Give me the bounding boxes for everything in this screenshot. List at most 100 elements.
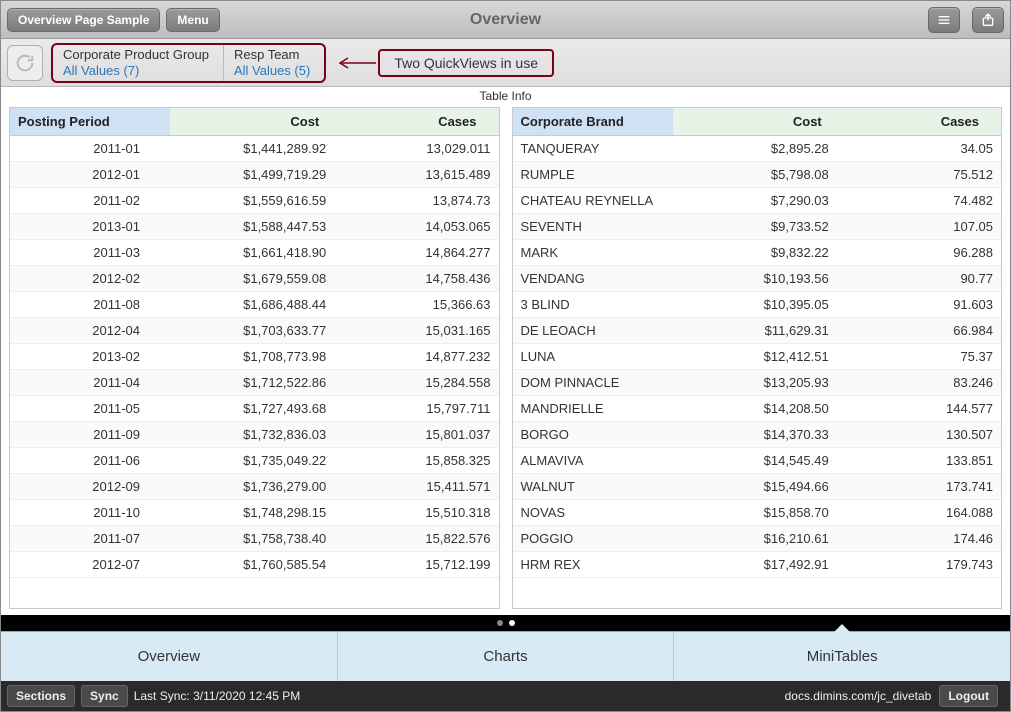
table-body[interactable]: TANQUERAY$2,895.2834.05RUMPLE$5,798.0875… — [513, 136, 1002, 608]
cell-dim: 2011-04 — [10, 370, 170, 395]
col-header-dim[interactable]: Corporate Brand — [513, 108, 673, 135]
table-row[interactable]: LUNA$12,412.5175.37 — [513, 344, 1002, 370]
table-row[interactable]: 2013-01$1,588,447.5314,053.065 — [10, 214, 499, 240]
cell-num: 83.246 — [837, 370, 1001, 395]
cell-dim: ALMAVIVA — [513, 448, 673, 473]
cell-num: 15,031.165 — [334, 318, 498, 343]
cell-num: $5,798.08 — [673, 162, 837, 187]
table-row[interactable]: DOM PINNACLE$13,205.9383.246 — [513, 370, 1002, 396]
cell-num: $1,499,719.29 — [170, 162, 334, 187]
table-row[interactable]: 2012-01$1,499,719.2913,615.489 — [10, 162, 499, 188]
table-row[interactable]: CHATEAU REYNELLA$7,290.0374.482 — [513, 188, 1002, 214]
col-header-cost[interactable]: Cost — [673, 108, 830, 135]
hamburger-button[interactable] — [928, 7, 960, 33]
cell-num: 34.05 — [837, 136, 1001, 161]
table-row[interactable]: 2012-02$1,679,559.0814,758.436 — [10, 266, 499, 292]
quickview-value: All Values (7) — [63, 63, 209, 79]
table-row[interactable]: WALNUT$15,494.66173.741 — [513, 474, 1002, 500]
cell-num: 144.577 — [837, 396, 1001, 421]
table-row[interactable]: MANDRIELLE$14,208.50144.577 — [513, 396, 1002, 422]
cell-dim: LUNA — [513, 344, 673, 369]
table-row[interactable]: RUMPLE$5,798.0875.512 — [513, 162, 1002, 188]
col-header-dim[interactable]: Posting Period — [10, 108, 170, 135]
menu-button[interactable]: Menu — [166, 8, 219, 32]
sections-button[interactable]: Sections — [7, 685, 75, 707]
cell-num: 90.77 — [837, 266, 1001, 291]
table-row[interactable]: DE LEOACH$11,629.3166.984 — [513, 318, 1002, 344]
table-row[interactable]: 2011-03$1,661,418.9014,864.277 — [10, 240, 499, 266]
cell-num: 15,797.711 — [334, 396, 498, 421]
cell-num: 164.088 — [837, 500, 1001, 525]
tab-overview[interactable]: Overview — [1, 632, 338, 681]
page-dot[interactable] — [509, 620, 515, 626]
cell-num: $1,736,279.00 — [170, 474, 334, 499]
table-row[interactable]: NOVAS$15,858.70164.088 — [513, 500, 1002, 526]
col-header-cases[interactable]: Cases — [830, 108, 987, 135]
table-row[interactable]: 2011-02$1,559,616.5913,874.73 — [10, 188, 499, 214]
cell-num: 66.984 — [837, 318, 1001, 343]
menu-icon — [936, 12, 952, 28]
cell-num: $14,370.33 — [673, 422, 837, 447]
table-row[interactable]: HRM REX$17,492.91179.743 — [513, 552, 1002, 578]
cell-dim: 2011-03 — [10, 240, 170, 265]
cell-num: $2,895.28 — [673, 136, 837, 161]
table-body[interactable]: 2011-01$1,441,289.9213,029.0112012-01$1,… — [10, 136, 499, 608]
sync-button[interactable]: Sync — [81, 685, 128, 707]
main-tables: Posting Period Cost Cases 2011-01$1,441,… — [1, 107, 1010, 615]
page-dot[interactable] — [497, 620, 503, 626]
cell-num: $16,210.61 — [673, 526, 837, 551]
cell-num: $1,588,447.53 — [170, 214, 334, 239]
cell-dim: 2011-01 — [10, 136, 170, 161]
cell-dim: TANQUERAY — [513, 136, 673, 161]
table-row[interactable]: 2011-01$1,441,289.9213,029.011 — [10, 136, 499, 162]
table-posting-period: Posting Period Cost Cases 2011-01$1,441,… — [9, 107, 500, 609]
cell-num: $1,735,049.22 — [170, 448, 334, 473]
cell-dim: MANDRIELLE — [513, 396, 673, 421]
table-row[interactable]: 3 BLIND$10,395.0591.603 — [513, 292, 1002, 318]
table-row[interactable]: SEVENTH$9,733.52107.05 — [513, 214, 1002, 240]
cell-dim: 2011-07 — [10, 526, 170, 551]
cell-dim: 2012-02 — [10, 266, 170, 291]
quickview-corporate-product-group[interactable]: Corporate Product Group All Values (7) — [53, 45, 223, 81]
table-row[interactable]: 2011-05$1,727,493.6815,797.711 — [10, 396, 499, 422]
cell-num: 15,411.571 — [334, 474, 498, 499]
table-row[interactable]: 2012-04$1,703,633.7715,031.165 — [10, 318, 499, 344]
col-header-cases[interactable]: Cases — [327, 108, 484, 135]
table-row[interactable]: ALMAVIVA$14,545.49133.851 — [513, 448, 1002, 474]
table-row[interactable]: TANQUERAY$2,895.2834.05 — [513, 136, 1002, 162]
table-row[interactable]: POGGIO$16,210.61174.46 — [513, 526, 1002, 552]
table-row[interactable]: 2011-06$1,735,049.2215,858.325 — [10, 448, 499, 474]
table-row[interactable]: 2011-04$1,712,522.8615,284.558 — [10, 370, 499, 396]
table-row[interactable]: 2011-07$1,758,738.4015,822.576 — [10, 526, 499, 552]
back-button[interactable]: Overview Page Sample — [7, 8, 160, 32]
refresh-button[interactable] — [7, 45, 43, 81]
table-row[interactable]: 2011-09$1,732,836.0315,801.037 — [10, 422, 499, 448]
cell-dim: MARK — [513, 240, 673, 265]
tab-minitables[interactable]: MiniTables — [674, 632, 1010, 681]
table-row[interactable]: MARK$9,832.2296.288 — [513, 240, 1002, 266]
table-row[interactable]: 2011-10$1,748,298.1515,510.318 — [10, 500, 499, 526]
annotation-arrow — [336, 56, 376, 70]
table-row[interactable]: BORGO$14,370.33130.507 — [513, 422, 1002, 448]
tab-charts[interactable]: Charts — [338, 632, 675, 681]
cell-num: $1,661,418.90 — [170, 240, 334, 265]
table-row[interactable]: 2012-07$1,760,585.5415,712.199 — [10, 552, 499, 578]
col-header-cost[interactable]: Cost — [170, 108, 327, 135]
table-row[interactable]: 2012-09$1,736,279.0015,411.571 — [10, 474, 499, 500]
cell-num: 13,874.73 — [334, 188, 498, 213]
cell-num: $12,412.51 — [673, 344, 837, 369]
cell-dim: 2011-10 — [10, 500, 170, 525]
quickview-resp-team[interactable]: Resp Team All Values (5) — [223, 45, 324, 81]
table-row[interactable]: VENDANG$10,193.5690.77 — [513, 266, 1002, 292]
quickview-label: Resp Team — [234, 47, 310, 63]
cell-num: $1,748,298.15 — [170, 500, 334, 525]
page-indicator — [1, 615, 1010, 631]
cell-dim: DE LEOACH — [513, 318, 673, 343]
table-row[interactable]: 2013-02$1,708,773.9814,877.232 — [10, 344, 499, 370]
logout-button[interactable]: Logout — [939, 685, 998, 707]
share-button[interactable] — [972, 7, 1004, 33]
table-row[interactable]: 2011-08$1,686,488.4415,366.63 — [10, 292, 499, 318]
cell-dim: 2011-08 — [10, 292, 170, 317]
cell-dim: VENDANG — [513, 266, 673, 291]
cell-dim: SEVENTH — [513, 214, 673, 239]
